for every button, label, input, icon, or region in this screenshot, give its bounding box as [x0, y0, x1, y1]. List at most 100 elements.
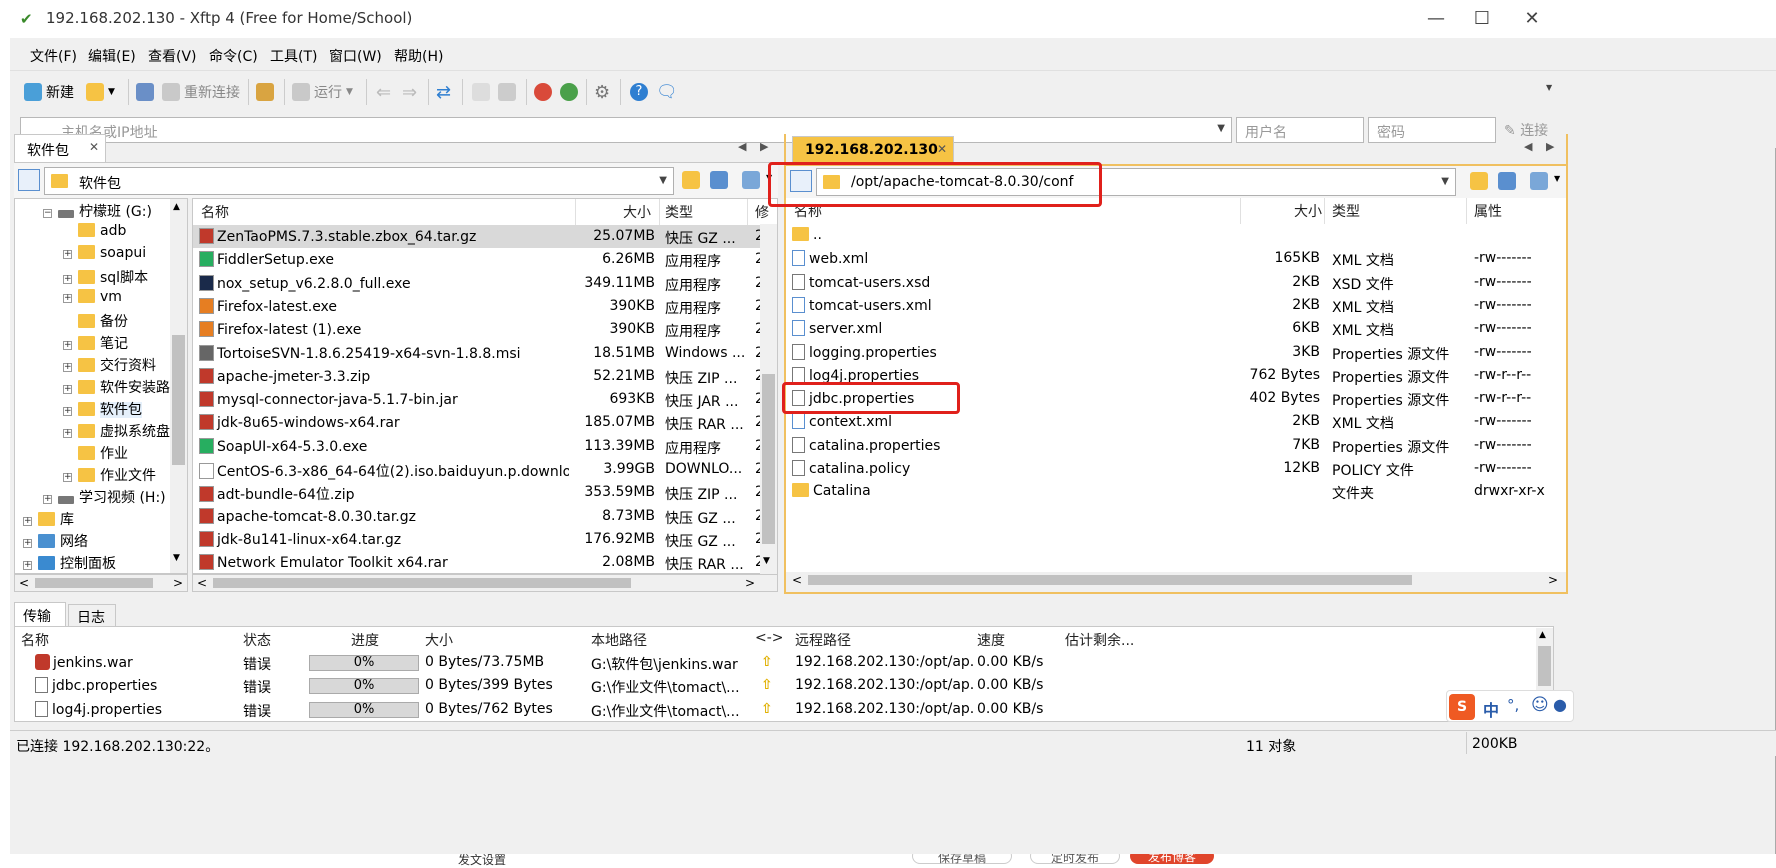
local-path-box[interactable]: 软件包 ▼	[44, 167, 674, 195]
transfer-row[interactable]: jdbc.properties 错误 0% 0 Bytes/399 Bytes G:\作…	[15, 674, 1553, 697]
tab-scroll-left-icon[interactable]: ◀	[738, 140, 746, 153]
new-session-button[interactable]: 新建	[24, 81, 74, 103]
scroll-up-icon[interactable]: ▲	[1539, 630, 1546, 640]
remote-file-row[interactable]: logging.properties 3KB Properties 源文件 -rw--…	[786, 341, 1566, 364]
sogou-logo-icon[interactable]: S	[1449, 694, 1475, 720]
local-file-row[interactable]: adt-bundle-64位.zip353.59MB快压 ZIP ...2	[193, 481, 777, 504]
tab-scroll-left-icon[interactable]: ◀	[1524, 140, 1532, 153]
tab-local[interactable]: 软件包 ✕	[14, 134, 106, 162]
tree-item[interactable]: + 控制面板	[23, 553, 116, 573]
scroll-right-icon[interactable]: >	[173, 576, 183, 590]
expand-icon[interactable]: +	[43, 495, 52, 504]
help-button[interactable]: ?	[630, 81, 648, 103]
tree-item[interactable]: + sql脚本	[63, 267, 148, 289]
scroll-thumb[interactable]	[762, 374, 775, 544]
local-file-row[interactable]: Firefox-latest (1).exe390KB应用程序2	[193, 318, 777, 341]
expand-icon[interactable]: +	[23, 517, 32, 526]
open-button[interactable]: ▼	[86, 81, 115, 103]
microphone-icon[interactable]: ●	[1553, 695, 1567, 714]
local-file-row[interactable]: nox_setup_v6.2.8.0_full.exe349.11MB应用程序2	[193, 272, 777, 295]
tab-scroll-right-icon[interactable]: ▶	[1546, 140, 1554, 153]
close-button[interactable]: ✕	[1512, 6, 1552, 32]
local-file-row[interactable]: Firefox-latest.exe390KB应用程序2	[193, 295, 777, 318]
remote-file-row[interactable]: catalina.properties 7KB Properties 源文件 -rw-…	[786, 434, 1566, 457]
view-mode-icon[interactable]	[1530, 172, 1548, 190]
scroll-down-icon[interactable]: ▼	[173, 553, 180, 563]
scroll-thumb[interactable]	[808, 575, 1412, 585]
close-tab-icon[interactable]: ✕	[937, 142, 947, 156]
expand-icon[interactable]: +	[63, 363, 72, 372]
expand-icon[interactable]: +	[23, 561, 32, 570]
tree-item[interactable]: + 库	[23, 509, 74, 531]
xftp-button[interactable]	[560, 81, 578, 103]
parent-folder-icon[interactable]	[1470, 172, 1488, 190]
minimize-button[interactable]: —	[1416, 6, 1456, 32]
local-file-row[interactable]: apache-jmeter-3.3.zip52.21MB快压 ZIP ...2	[193, 365, 777, 388]
expand-icon[interactable]: +	[63, 275, 72, 284]
chat-button[interactable]: 🗨	[656, 81, 678, 103]
view-mode-icon[interactable]	[742, 171, 760, 189]
reconnect-button[interactable]: 重新连接	[162, 81, 240, 103]
tree-item[interactable]: + 交行资料	[63, 355, 156, 377]
tab-remote[interactable]: 192.168.202.130 ✕	[792, 136, 954, 164]
scroll-left-icon[interactable]: <	[197, 576, 207, 590]
chevron-down-icon[interactable]: ▼	[1217, 123, 1225, 134]
sync-button[interactable]: ⇄	[436, 81, 451, 103]
menu-command[interactable]: 命令(C)	[209, 46, 258, 66]
tree-item[interactable]: + 软件安装路	[63, 377, 170, 399]
emoji-icon[interactable]: ☺	[1531, 695, 1549, 715]
col-name[interactable]: 名称	[21, 630, 49, 650]
chevron-down-icon[interactable]: ▼	[1554, 174, 1560, 183]
local-file-row[interactable]: TortoiseSVN-1.8.6.25419-x64-svn-1.8.8.ms…	[193, 342, 777, 365]
tree-item[interactable]: + 学习视频 (H:)	[43, 487, 166, 509]
forward-button[interactable]: ⇒	[402, 81, 417, 103]
local-file-row[interactable]: SoapUI-x64-5.3.0.exe113.39MB应用程序2	[193, 435, 777, 458]
menu-tools[interactable]: 工具(T)	[270, 46, 317, 66]
connect-link-button[interactable]	[136, 81, 154, 103]
scroll-left-icon[interactable]: <	[792, 573, 802, 587]
local-file-row[interactable]: mysql-connector-java-5.1.7-bin.jar 693KB 快…	[193, 388, 777, 411]
col-eta[interactable]: 估计剩余...	[1065, 630, 1134, 650]
local-file-row[interactable]: Network Emulator Toolkit x64.rar 2.08MB 快压…	[193, 551, 777, 573]
expand-icon[interactable]: +	[63, 250, 72, 259]
tree-item[interactable]: + 软件包	[63, 399, 142, 421]
maximize-button[interactable]: ☐	[1462, 6, 1502, 32]
local-file-row[interactable]: CentOS-6.3-x86_64-64位(2).iso.baiduyun.p.…	[193, 458, 777, 481]
menu-edit[interactable]: 编辑(E)	[88, 46, 136, 66]
refresh-icon[interactable]	[710, 171, 728, 189]
xshell-button[interactable]	[534, 81, 552, 103]
col-size[interactable]: 大小	[425, 630, 453, 650]
scroll-thumb[interactable]	[172, 335, 185, 465]
transfer-row[interactable]: log4j.properties 错误 0% 0 Bytes/762 Bytes G:\…	[15, 698, 1553, 721]
col-name[interactable]: 名称	[201, 202, 229, 222]
local-hscrollbar[interactable]: < >	[192, 574, 778, 592]
tree-toggle-icon[interactable]	[18, 169, 40, 191]
expand-icon[interactable]: +	[63, 341, 72, 350]
expand-icon[interactable]: −	[43, 209, 52, 218]
tree-item[interactable]: + 作业文件	[63, 465, 156, 487]
copy-button[interactable]	[472, 81, 490, 103]
expand-icon[interactable]: +	[63, 407, 72, 416]
scroll-up-icon[interactable]: ▲	[173, 202, 180, 212]
tree-hscrollbar[interactable]: < >	[14, 574, 188, 592]
tree-item[interactable]: 备份	[63, 311, 128, 333]
chevron-down-icon[interactable]: ▼	[659, 175, 667, 186]
scroll-thumb[interactable]	[213, 578, 631, 588]
tab-transfer[interactable]: 传输	[14, 602, 66, 626]
tree-item[interactable]: adb	[63, 223, 126, 245]
properties-button[interactable]	[256, 81, 274, 103]
col-progress[interactable]: 进度	[351, 630, 379, 650]
col-status[interactable]: 状态	[243, 630, 271, 650]
col-local-path[interactable]: 本地路径	[591, 630, 647, 650]
expand-icon[interactable]: +	[63, 294, 72, 303]
col-size[interactable]: 大小	[623, 202, 651, 222]
toolbar-overflow-icon[interactable]: ▼	[1546, 83, 1552, 92]
scroll-thumb[interactable]	[1538, 646, 1551, 686]
transfer-row[interactable]: jenkins.war 错误 0% 0 Bytes/73.75MB G:\软件包\jen…	[15, 651, 1553, 674]
tree-scrollbar[interactable]: ▲ ▼	[170, 199, 187, 573]
remote-file-row[interactable]: catalina.policy 12KB POLICY 文件 -rw-------	[786, 457, 1566, 480]
tree-item[interactable]: + 虚拟系统盘	[63, 421, 170, 443]
tree-item[interactable]: + 网络	[23, 531, 88, 553]
back-button[interactable]: ⇐	[376, 81, 391, 103]
scroll-down-icon[interactable]: ▼	[763, 556, 770, 566]
